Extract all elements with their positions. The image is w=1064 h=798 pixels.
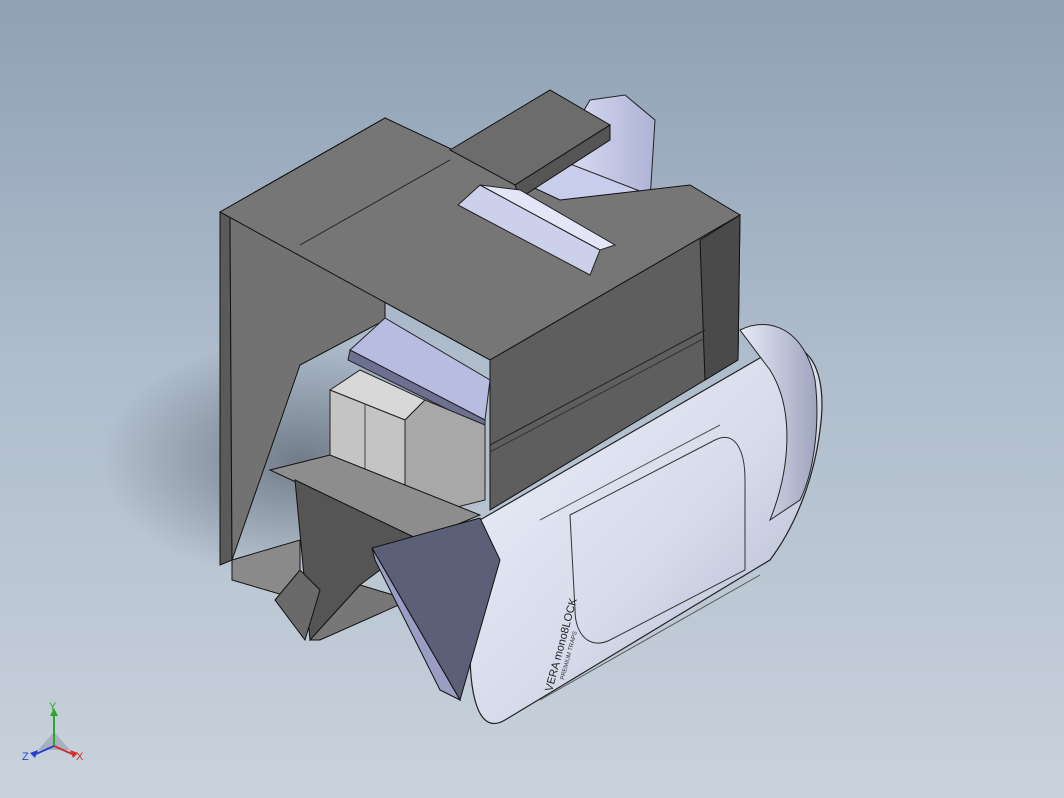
3d-model-render[interactable]: VERA mono8LOCK PREMIUM TRAPS bbox=[0, 0, 1064, 798]
x-axis-label: X bbox=[76, 751, 84, 763]
z-axis-label: Z bbox=[22, 751, 29, 763]
cad-viewport[interactable]: VERA mono8LOCK PREMIUM TRAPS Y X Z bbox=[0, 0, 1064, 798]
y-axis-label: Y bbox=[49, 702, 57, 713]
axis-triad: Y X Z bbox=[22, 702, 84, 763]
